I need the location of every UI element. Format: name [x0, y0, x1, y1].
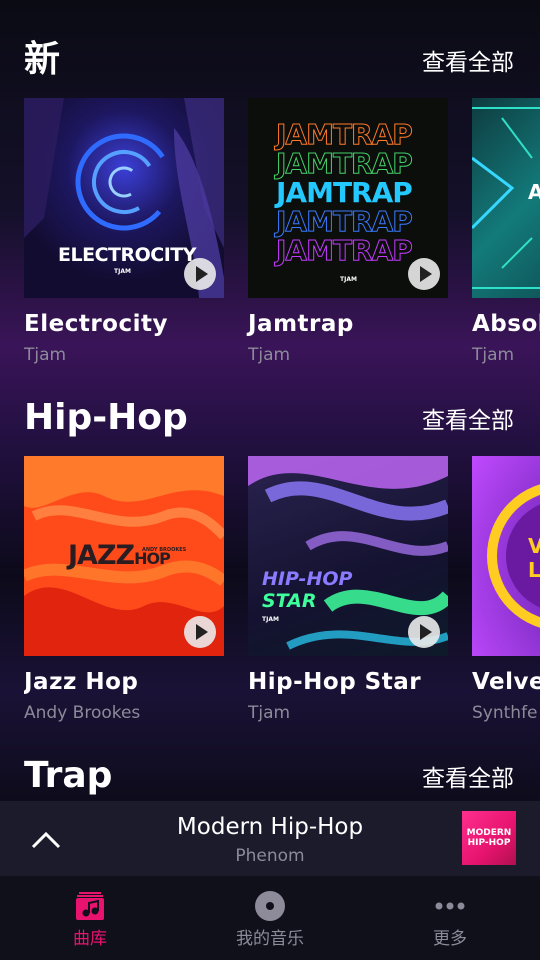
album-art-title: V L: [528, 534, 540, 582]
nav-item-my-music[interactable]: 我的音乐: [180, 876, 360, 960]
album-artist: Andy Brookes: [24, 703, 141, 723]
section-title: 新: [24, 39, 61, 80]
album-art-label: TJAM: [340, 276, 357, 283]
album-card[interactable]: JAZZHOP ANDY BROOKES Jazz Hop Andy Brook…: [24, 456, 224, 724]
album-title: Absol: [472, 311, 540, 337]
album-card[interactable]: JAMTRAP JAMTRAP JAMTRAP JAMTRAP JAMTRAP …: [248, 98, 448, 366]
album-art[interactable]: ELECTROCITY TJAM: [24, 98, 224, 298]
now-playing-art-text: MODERN: [466, 828, 512, 838]
now-playing-art[interactable]: MODERN HIP-HOP: [462, 811, 516, 865]
section-header: 新 查看全部: [0, 40, 540, 100]
album-card[interactable]: V L Velvet Synthfe: [472, 456, 540, 724]
album-art[interactable]: JAZZHOP ANDY BROOKES: [24, 456, 224, 656]
album-artist: Tjam: [248, 703, 291, 723]
album-art-title: A: [528, 180, 540, 204]
bottom-nav: 曲库 我的音乐 更多: [0, 876, 540, 960]
see-all-link[interactable]: 查看全部: [422, 48, 514, 78]
play-icon[interactable]: [184, 616, 216, 648]
album-title: Jamtrap: [248, 311, 354, 337]
now-playing-title: Modern Hip-Hop: [176, 814, 364, 840]
album-art-title: JAZZHOP: [68, 540, 171, 571]
section-header: Hip-Hop 查看全部: [0, 398, 540, 458]
album-art[interactable]: JAMTRAP JAMTRAP JAMTRAP JAMTRAP JAMTRAP …: [248, 98, 448, 298]
album-card[interactable]: ELECTROCITY TJAM Electrocity Tjam: [24, 98, 224, 366]
mini-player[interactable]: Modern Hip-Hop Phenom MODERN HIP-HOP: [0, 801, 540, 876]
play-icon[interactable]: [408, 616, 440, 648]
album-art-label: TJAM: [262, 616, 279, 623]
nav-label: 曲库: [73, 929, 107, 949]
album-title: Velvet: [472, 669, 540, 695]
album-art[interactable]: A: [472, 98, 540, 298]
album-carousel[interactable]: JAZZHOP ANDY BROOKES Jazz Hop Andy Brook…: [24, 456, 540, 736]
album-art[interactable]: V L: [472, 456, 540, 656]
see-all-link[interactable]: 查看全部: [422, 406, 514, 436]
section-hip-hop: Hip-Hop 查看全部 JAZZHOP ANDY BROOKES Jazz H…: [0, 398, 540, 723]
album-art-label: ANDY BROOKES: [142, 547, 187, 553]
see-all-link[interactable]: 查看全部: [422, 764, 514, 794]
album-artist: Tjam: [248, 345, 291, 365]
nav-label: 我的音乐: [236, 929, 304, 949]
album-art-title: ELECTROCITY: [58, 244, 196, 266]
album-card[interactable]: A Absol Tjam: [472, 98, 540, 366]
now-playing-art-text: HIP-HOP: [467, 838, 511, 848]
album-art-title: HIP-HOP STAR: [262, 568, 353, 612]
nav-item-library[interactable]: 曲库: [0, 876, 180, 960]
more-icon: [435, 902, 465, 910]
album-card[interactable]: HIP-HOP STAR TJAM Hip-Hop Star Tjam: [248, 456, 448, 724]
album-artist: Tjam: [472, 345, 515, 365]
album-art-label: TJAM: [114, 268, 131, 275]
album-title: Hip-Hop Star: [248, 669, 422, 695]
music-library-icon: [76, 892, 104, 920]
nav-item-more[interactable]: 更多: [360, 876, 540, 960]
album-title: Jazz Hop: [24, 669, 139, 695]
section-new: 新 查看全部 ELECTROCITY TJAM Electrocity Tjam: [0, 40, 540, 365]
nav-label: 更多: [433, 929, 467, 949]
play-icon[interactable]: [408, 258, 440, 290]
play-icon[interactable]: [184, 258, 216, 290]
album-title: Electrocity: [24, 311, 168, 337]
disc-icon: [255, 891, 285, 921]
section-title: Hip-Hop: [24, 397, 188, 438]
album-artist: Synthfe: [472, 703, 538, 723]
now-playing-artist: Phenom: [235, 846, 305, 866]
album-carousel[interactable]: ELECTROCITY TJAM Electrocity Tjam JAMTRA…: [24, 98, 540, 378]
section-title: Trap: [24, 755, 113, 796]
album-artist: Tjam: [24, 345, 67, 365]
album-art[interactable]: HIP-HOP STAR TJAM: [248, 456, 448, 656]
album-art-title: JAMTRAP JAMTRAP JAMTRAP JAMTRAP JAMTRAP: [276, 118, 414, 267]
